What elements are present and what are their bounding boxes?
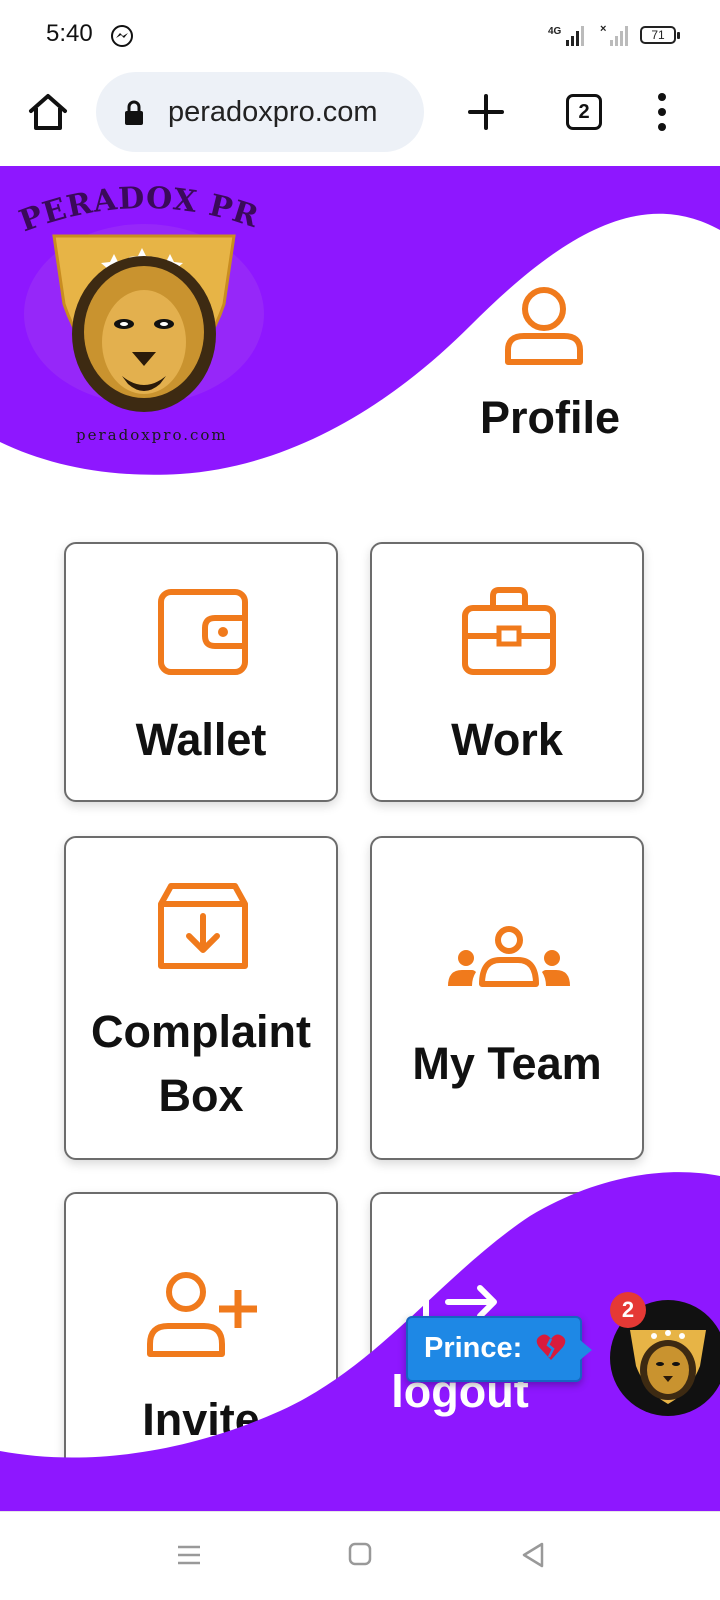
chat-sender: Prince: bbox=[424, 1332, 523, 1364]
status-time: 5:40 bbox=[46, 20, 93, 47]
chat-head[interactable]: 2 bbox=[610, 1292, 720, 1416]
network-type: 4G bbox=[548, 26, 562, 37]
work-label: Work bbox=[451, 714, 563, 765]
my-team-card[interactable]: My Team bbox=[370, 836, 644, 1160]
signal-4g-icon: 4G bbox=[548, 26, 584, 46]
broken-heart-icon bbox=[537, 1334, 566, 1360]
browser-toolbar: peradoxpro.com 2 bbox=[0, 70, 720, 166]
svg-text:×: × bbox=[600, 23, 606, 35]
recents-icon[interactable] bbox=[176, 1542, 202, 1568]
signal-nosim-icon: × bbox=[600, 23, 628, 46]
team-icon bbox=[448, 926, 570, 987]
complaint-box-card[interactable]: Complaint Box bbox=[64, 836, 338, 1160]
system-nav-bar bbox=[0, 1511, 720, 1600]
tab-switcher-button[interactable]: 2 bbox=[566, 94, 602, 130]
plus-icon[interactable] bbox=[466, 92, 506, 132]
messenger-icon bbox=[111, 25, 133, 47]
home-icon[interactable] bbox=[26, 90, 70, 134]
user-icon bbox=[505, 287, 583, 365]
wallet-icon bbox=[158, 589, 248, 675]
logo-url-text: peradoxpro.com bbox=[76, 426, 228, 444]
more-vert-icon[interactable] bbox=[652, 90, 672, 134]
complaint-label-line2: Box bbox=[158, 1070, 244, 1121]
work-card[interactable]: Work bbox=[370, 542, 644, 802]
profile-label: Profile bbox=[479, 392, 621, 443]
status-bar: 5:40 4G × 71 bbox=[0, 0, 720, 70]
back-icon[interactable] bbox=[520, 1542, 546, 1568]
wallet-card[interactable]: Wallet bbox=[64, 542, 338, 802]
lock-icon bbox=[125, 100, 143, 125]
unread-badge: 2 bbox=[610, 1292, 646, 1328]
my-team-label: My Team bbox=[412, 1038, 602, 1089]
address-bar[interactable]: peradoxpro.com bbox=[96, 72, 424, 152]
wallet-label: Wallet bbox=[135, 714, 267, 765]
nav-home-icon[interactable] bbox=[348, 1542, 372, 1566]
chat-message-preview[interactable]: Prince: bbox=[406, 1316, 592, 1382]
briefcase-icon bbox=[462, 587, 556, 675]
battery-indicator: 71 bbox=[640, 26, 680, 44]
brand-logo[interactable]: PERADOX PRO peradoxpro.com bbox=[0, 166, 294, 444]
profile-button[interactable]: Profile bbox=[470, 274, 630, 454]
lion-logo: PERADOX PRO bbox=[0, 166, 264, 412]
url-text: peradoxpro.com bbox=[168, 96, 378, 128]
page-content: PERADOX PRO peradoxpro.com Profile bbox=[0, 166, 720, 1511]
archive-download-icon bbox=[158, 883, 248, 969]
complaint-label-line1: Complaint bbox=[91, 1006, 311, 1057]
